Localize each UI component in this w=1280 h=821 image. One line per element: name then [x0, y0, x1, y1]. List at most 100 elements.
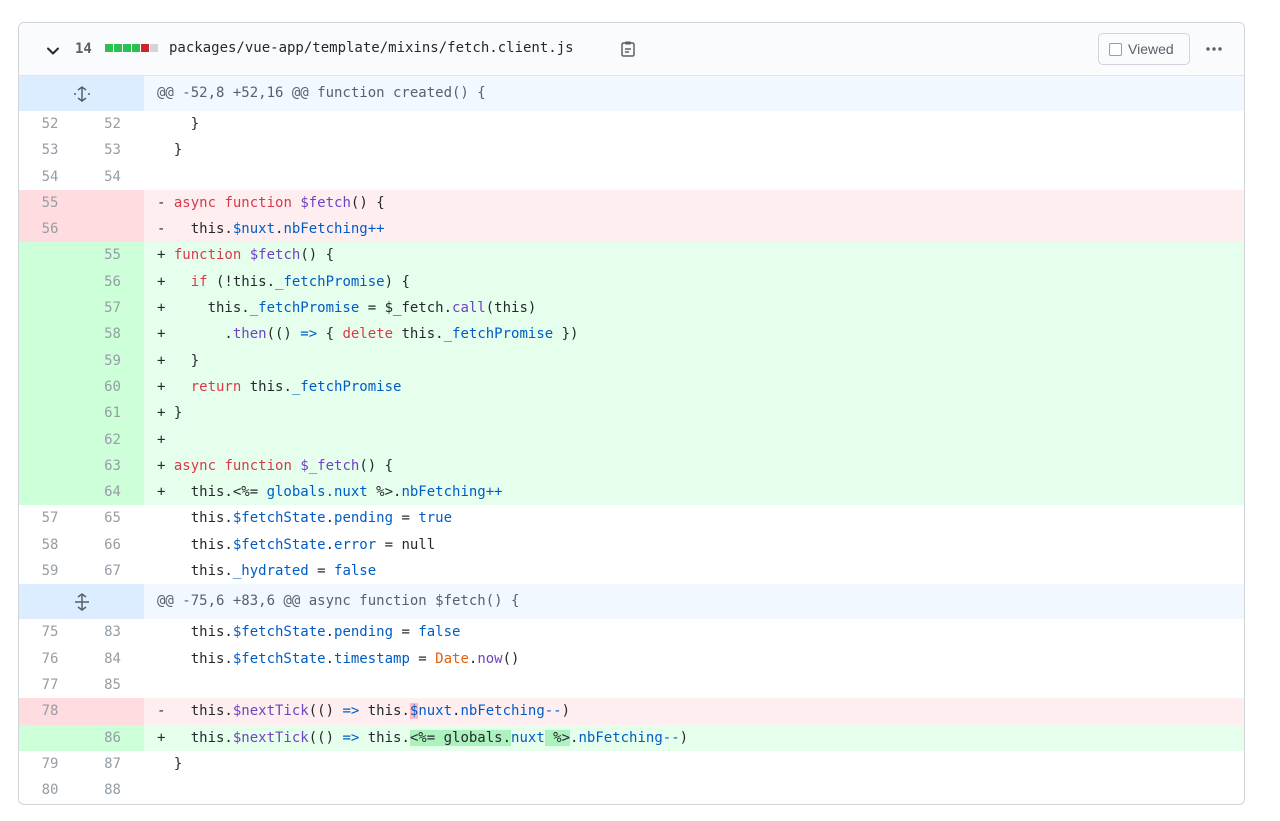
viewed-checkbox-button[interactable]: Viewed: [1098, 33, 1190, 65]
new-line-number[interactable]: 53: [81, 137, 144, 163]
old-line-number: [19, 321, 81, 348]
file-path[interactable]: packages/vue-app/template/mixins/fetch.c…: [169, 40, 574, 56]
diff-line-added: 57 + this._fetchPromise = $_fetch.call(th…: [19, 295, 1244, 322]
diff-line: 79 87 }: [19, 751, 1244, 777]
diff-line: 54 54: [19, 164, 1244, 190]
file-header: 14 packages/vue-app/template/mixins/fetc…: [19, 23, 1244, 76]
new-line-number[interactable]: 85: [81, 672, 144, 698]
new-line-number: [81, 189, 144, 217]
code-line: }: [157, 116, 200, 132]
diff-line: 58 66 this.$fetchState.error = null: [19, 532, 1244, 558]
code-line: }: [157, 142, 183, 159]
old-line-number[interactable]: 78: [19, 698, 81, 725]
old-line-number: [19, 452, 81, 480]
old-line-number[interactable]: 59: [19, 558, 81, 584]
old-line-number[interactable]: 80: [19, 777, 81, 803]
hunk-header-text: @@ -52,8 +52,16 @@ function created() {: [144, 76, 1244, 111]
new-line-number[interactable]: 55: [81, 242, 144, 269]
new-line-number[interactable]: 59: [81, 347, 144, 374]
unfold-icon: [73, 85, 90, 102]
old-line-number: [19, 724, 81, 751]
code-line: this.$fetchState.timestamp = Date.now(): [157, 650, 520, 667]
old-line-number: [19, 347, 81, 374]
new-line-number[interactable]: 56: [81, 268, 144, 296]
unfold-icon: [74, 592, 89, 611]
new-line-number[interactable]: 86: [81, 724, 144, 751]
old-line-number: [19, 400, 81, 427]
diff-line-added: 62 +: [19, 426, 1244, 453]
old-line-number[interactable]: 56: [19, 216, 81, 243]
code-line: + async function $_fetch() {: [144, 452, 1244, 480]
old-line-number[interactable]: 75: [19, 619, 81, 645]
hunk-header: @@ -75,6 +83,6 @@ async function $fetch(…: [19, 584, 1244, 620]
code-line: + }: [144, 347, 1244, 374]
new-line-number[interactable]: 66: [81, 532, 144, 558]
diff-line: 77 85: [19, 672, 1244, 698]
diffstat-block: [114, 44, 122, 52]
old-line-number: [19, 295, 81, 322]
new-line-number[interactable]: 52: [81, 111, 144, 137]
diff-line-added: 59 + }: [19, 347, 1244, 374]
new-line-number[interactable]: 63: [81, 452, 144, 480]
new-line-number[interactable]: 58: [81, 321, 144, 348]
code-line: + function $fetch() {: [144, 242, 1244, 269]
old-line-number[interactable]: 54: [19, 164, 81, 190]
new-line-number[interactable]: 61: [81, 400, 144, 427]
hunk-header: @@ -52,8 +52,16 @@ function created() {: [19, 76, 1244, 111]
checkbox-icon: [1109, 42, 1122, 56]
new-line-number[interactable]: 60: [81, 373, 144, 401]
code-line: + .then(() => { delete this._fetchPromis…: [144, 321, 1244, 348]
code-line: +: [144, 426, 1244, 453]
diffstat-block: [123, 44, 131, 52]
old-line-number[interactable]: 76: [19, 646, 81, 672]
new-line-number[interactable]: 57: [81, 295, 144, 322]
code-line: this._hydrated = false: [157, 563, 377, 580]
diff-line-deleted: 55 - async function $fetch() {: [19, 189, 1244, 217]
old-line-number: [19, 373, 81, 401]
code-line: + }: [144, 400, 1244, 427]
new-line-number[interactable]: 84: [81, 646, 144, 672]
new-line-number[interactable]: 62: [81, 426, 144, 453]
chevron-down-icon[interactable]: [46, 44, 60, 58]
new-line-number[interactable]: 67: [81, 558, 144, 584]
old-line-number[interactable]: 77: [19, 672, 81, 698]
diffstat-block: [150, 44, 158, 52]
old-line-number[interactable]: 55: [19, 189, 81, 217]
diff-line: 76 84 this.$fetchState.timestamp = Date.n…: [19, 646, 1244, 672]
old-line-number[interactable]: 58: [19, 532, 81, 558]
diffstat-block: [132, 44, 140, 52]
change-count: 14: [75, 41, 92, 57]
clipboard-icon[interactable]: [619, 40, 637, 58]
diffstat-bar: [105, 44, 158, 52]
new-line-number[interactable]: 64: [81, 479, 144, 506]
diff-line-added: 60 + return this._fetchPromise: [19, 373, 1244, 401]
old-line-number[interactable]: 52: [19, 111, 81, 137]
code-line: - this.$nuxt.nbFetching++: [144, 216, 1244, 243]
old-line-number: [19, 479, 81, 506]
old-line-number: [19, 268, 81, 296]
diff-line-added: 56 + if (!this._fetchPromise) {: [19, 268, 1244, 296]
old-line-number[interactable]: 79: [19, 751, 81, 777]
diffstat-block: [105, 44, 113, 52]
new-line-number[interactable]: 65: [81, 505, 144, 531]
code-line: }: [157, 755, 183, 772]
expand-button[interactable]: [19, 76, 144, 111]
old-line-number: [19, 242, 81, 269]
new-line-number[interactable]: 83: [81, 619, 144, 645]
code-line: this.$fetchState.pending = true: [157, 510, 453, 527]
expand-button[interactable]: [19, 584, 144, 620]
diff-line-added: 86 + this.$nextTick(() => this.<%= global…: [19, 724, 1244, 751]
new-line-number[interactable]: 54: [81, 164, 144, 190]
old-line-number[interactable]: 57: [19, 505, 81, 531]
new-line-number[interactable]: 87: [81, 751, 144, 777]
kebab-menu-icon[interactable]: [1205, 41, 1223, 57]
new-line-number[interactable]: 88: [81, 777, 144, 803]
code-line: + this._fetchPromise = $_fetch.call(this…: [144, 295, 1244, 322]
code-line: - async function $fetch() {: [144, 189, 1244, 217]
old-line-number[interactable]: 53: [19, 137, 81, 163]
code-line: + this.$nextTick(() => this.<%= globals.…: [144, 724, 1244, 751]
diff-line: 53 53 }: [19, 137, 1244, 163]
diff-line: 57 65 this.$fetchState.pending = true: [19, 505, 1244, 531]
diff-line: 52 52 }: [19, 111, 1244, 137]
